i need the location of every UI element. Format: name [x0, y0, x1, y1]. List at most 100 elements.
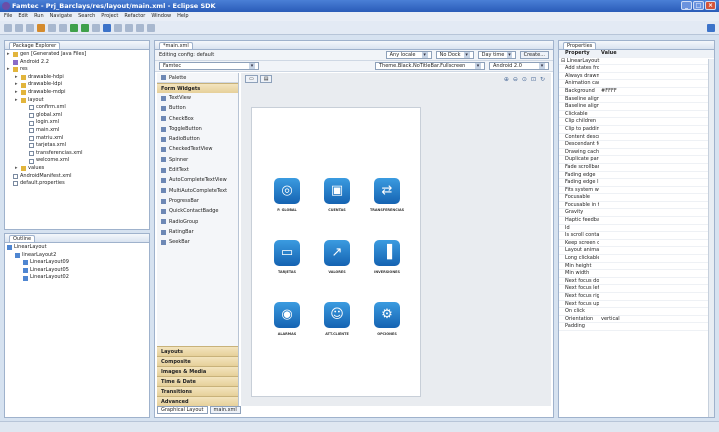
run-icon[interactable]: [81, 23, 89, 32]
app-tile-icon[interactable]: ⚙: [374, 302, 400, 328]
property-row[interactable]: Clip to paddin: [559, 126, 714, 134]
android-sdk-icon[interactable]: [37, 23, 45, 32]
tree-item[interactable]: tarjetas.xml: [7, 142, 147, 150]
new-package-icon[interactable]: [48, 23, 56, 32]
debug-icon[interactable]: [70, 23, 78, 32]
property-row[interactable]: Keep screen c: [559, 240, 714, 248]
properties-group[interactable]: ⊟ LinearLayout: [559, 58, 599, 65]
property-row[interactable]: Layout animat: [559, 247, 714, 256]
theme-select[interactable]: Theme.Black.NoTitleBar.Fullscreen ▾: [375, 62, 485, 70]
expand-icon[interactable]: ▸: [15, 74, 19, 82]
menu-item[interactable]: Window: [151, 13, 171, 20]
tree-item[interactable]: transferencias.xml: [7, 150, 147, 158]
expand-icon[interactable]: ▸: [15, 165, 19, 173]
back-icon[interactable]: [136, 23, 144, 32]
property-row[interactable]: Haptic feedba: [559, 217, 714, 225]
forward-icon[interactable]: [147, 23, 155, 32]
property-row[interactable]: Fading edge: [559, 172, 714, 180]
zoom-out-icon[interactable]: ⊖: [513, 76, 518, 83]
property-row[interactable]: Gravity: [559, 209, 714, 218]
outline-tab[interactable]: Outline: [9, 234, 36, 242]
save-icon[interactable]: [15, 23, 23, 32]
property-row[interactable]: Clip children: [559, 118, 714, 126]
menu-item[interactable]: File: [4, 13, 12, 20]
app-tile-icon[interactable]: ↗: [324, 240, 350, 266]
app-tile-icon[interactable]: ▣: [324, 178, 350, 204]
property-value[interactable]: #FFFF: [599, 88, 714, 95]
app-tile-icon[interactable]: ⇄: [374, 178, 400, 204]
xml-source-tab[interactable]: main.xml: [209, 406, 241, 414]
property-row[interactable]: Next focus rig: [559, 293, 714, 301]
property-row[interactable]: Focusable: [559, 194, 714, 202]
property-value[interactable]: vertical: [599, 316, 714, 323]
property-row[interactable]: Background #FFFF: [559, 88, 714, 96]
dock-select[interactable]: No Dock ▾: [435, 51, 474, 59]
outline-item[interactable]: linearLayout2: [7, 252, 147, 260]
property-row[interactable]: Id: [559, 225, 714, 233]
property-row[interactable]: On click: [559, 308, 714, 316]
locale-select[interactable]: Any locale ▾: [385, 51, 432, 59]
tree-item[interactable]: Android 2.2: [7, 59, 147, 67]
tree-item[interactable]: ▸ res: [7, 66, 147, 74]
property-row[interactable]: Animation cac: [559, 80, 714, 88]
open-type-icon[interactable]: [103, 23, 111, 32]
property-value[interactable]: [599, 232, 714, 239]
property-value[interactable]: [599, 278, 714, 285]
property-row[interactable]: Min height: [559, 263, 714, 271]
property-value[interactable]: [599, 118, 714, 125]
target-select[interactable]: Android 2.0 ▾: [489, 62, 549, 70]
outline-item[interactable]: LinearLayout: [7, 244, 147, 252]
refresh-icon[interactable]: ↻: [540, 76, 545, 83]
property-row[interactable]: Drawing cach: [559, 149, 714, 157]
property-value[interactable]: [599, 247, 714, 254]
palette-widget[interactable]: RatingBar: [157, 227, 238, 237]
tree-item[interactable]: ▸ values: [7, 165, 147, 173]
property-value[interactable]: [599, 73, 714, 80]
property-value[interactable]: [599, 149, 714, 156]
palette-section[interactable]: Composite: [157, 356, 238, 366]
property-value[interactable]: [599, 301, 714, 308]
property-row[interactable]: Descendant fo: [559, 141, 714, 149]
create-config-button[interactable]: Create...: [519, 51, 549, 59]
property-row[interactable]: Clickable: [559, 111, 714, 119]
palette-section-form-widgets[interactable]: Form Widgets: [157, 83, 238, 93]
property-value[interactable]: [599, 263, 714, 270]
property-value[interactable]: [599, 111, 714, 118]
app-tile-icon[interactable]: ☺: [324, 302, 350, 328]
tree-item[interactable]: global.xml: [7, 112, 147, 120]
property-row[interactable]: Orientation vertical: [559, 316, 714, 324]
properties-scrollbar[interactable]: [708, 59, 714, 417]
property-row[interactable]: Focusable in t: [559, 202, 714, 210]
new-icon[interactable]: [4, 23, 12, 32]
perspective-icon[interactable]: [707, 23, 715, 32]
palette-widget[interactable]: QuickContactBadge: [157, 206, 238, 216]
property-value[interactable]: [599, 202, 714, 209]
tree-item[interactable]: default.properties: [7, 180, 147, 188]
menu-item[interactable]: Refactor: [124, 13, 145, 20]
expand-icon[interactable]: ▸: [15, 97, 19, 105]
property-row[interactable]: Add states fro: [559, 65, 714, 73]
app-tile-icon[interactable]: ◎: [274, 178, 300, 204]
print-icon[interactable]: [26, 23, 34, 32]
menu-item[interactable]: Project: [101, 13, 118, 20]
menu-item[interactable]: Search: [78, 13, 95, 20]
tree-item[interactable]: ▸ drawable-mdpi: [7, 89, 147, 97]
new-class-icon[interactable]: [59, 23, 67, 32]
menu-item[interactable]: Run: [34, 13, 44, 20]
app-tile-icon[interactable]: ▭: [274, 240, 300, 266]
menu-item[interactable]: Help: [177, 13, 188, 20]
palette-widget[interactable]: AutoCompleteTextView: [157, 175, 238, 185]
expand-icon[interactable]: ▸: [7, 66, 11, 74]
package-explorer-tab[interactable]: Package Explorer: [9, 41, 61, 49]
maximize-button[interactable]: □: [693, 1, 704, 10]
tree-item[interactable]: confirm.xml: [7, 104, 147, 112]
palette-widget[interactable]: CheckBox: [157, 114, 238, 124]
tree-item[interactable]: ▸ gen [Generated Java Files]: [7, 51, 147, 59]
property-value[interactable]: [599, 293, 714, 300]
property-row[interactable]: Baseline align: [559, 103, 714, 111]
external-tools-icon[interactable]: [92, 23, 100, 32]
palette-widget[interactable]: TextView: [157, 93, 238, 103]
property-value[interactable]: [599, 126, 714, 133]
property-row[interactable]: Next focus do: [559, 278, 714, 286]
property-value[interactable]: [599, 179, 714, 186]
